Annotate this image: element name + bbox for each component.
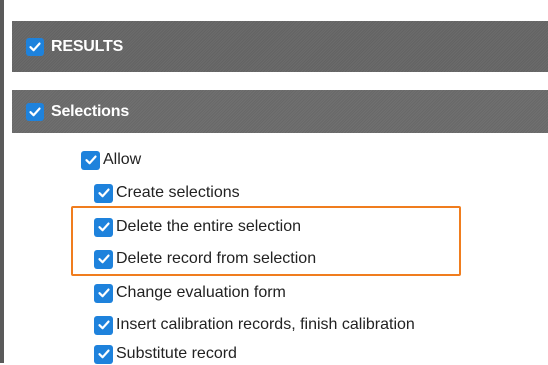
checkmark-icon (97, 320, 110, 330)
results-checkbox[interactable] (26, 37, 44, 56)
substitute-record-label: Substitute record (116, 345, 237, 362)
permission-item-create-selections[interactable]: Create selections (94, 182, 240, 204)
checkmark-icon (29, 42, 41, 51)
left-panel-divider (0, 0, 4, 363)
create-selections-checkbox[interactable] (94, 183, 113, 203)
create-selections-label: Create selections (116, 184, 240, 201)
change-evaluation-form-label: Change evaluation form (116, 284, 286, 301)
checkmark-icon (97, 349, 110, 359)
allow-checkbox[interactable] (81, 150, 100, 170)
checkmark-icon (29, 107, 41, 116)
results-section-header[interactable]: RESULTS (12, 21, 548, 72)
selections-header-label: Selections (51, 102, 130, 120)
checkmark-icon (97, 188, 110, 198)
checkmark-icon (97, 288, 110, 298)
allow-group-row[interactable]: Allow (81, 149, 141, 171)
permission-item-change-evaluation-form[interactable]: Change evaluation form (94, 282, 286, 304)
insert-calibration-records-checkbox[interactable] (94, 315, 113, 335)
results-header-label: RESULTS (51, 37, 124, 55)
insert-calibration-records-label: Insert calibration records, finish calib… (116, 316, 415, 333)
allow-label: Allow (103, 151, 142, 168)
checkmark-icon (84, 155, 97, 165)
substitute-record-checkbox[interactable] (94, 344, 113, 364)
selections-section-header[interactable]: Selections (12, 90, 548, 133)
highlight-annotation-box (71, 206, 461, 276)
change-evaluation-form-checkbox[interactable] (94, 283, 113, 303)
selections-checkbox[interactable] (26, 102, 44, 121)
permission-item-insert-calibration-records[interactable]: Insert calibration records, finish calib… (94, 314, 415, 336)
permission-item-substitute-record[interactable]: Substitute record (94, 343, 237, 365)
